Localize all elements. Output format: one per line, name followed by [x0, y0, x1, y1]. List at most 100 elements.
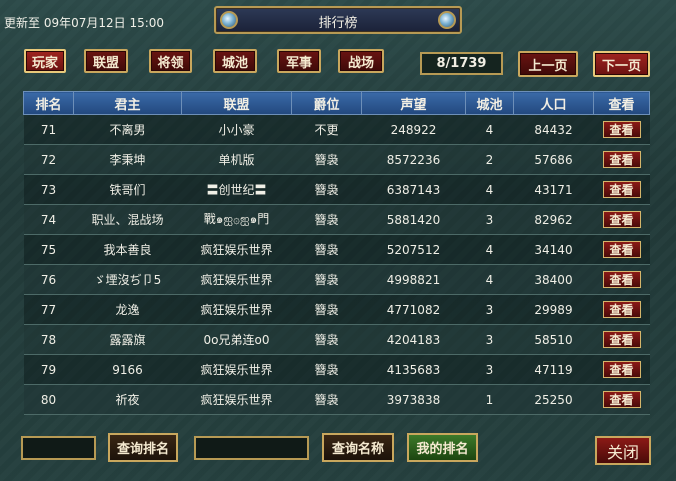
tab-generals[interactable]: 将领	[149, 49, 192, 73]
view-cell: 查看	[593, 324, 650, 355]
alliance-cell: 疯狂娱乐世界	[181, 384, 292, 415]
alliance-cell: 单机版	[181, 144, 292, 175]
population-cell: 38400	[513, 264, 594, 295]
lord-cell: ゞ堙沒ぢ卩5	[73, 264, 182, 295]
tab-players[interactable]: 玩家	[24, 49, 66, 73]
table-row: 74 职业、混战场 戰๑ஐ۞ஐ๑門 簪袅 5881420 3 82962 查看	[23, 204, 650, 235]
search-rank-button[interactable]: 查询排名	[108, 433, 178, 462]
table-row: 72 李秉坤 单机版 簪袅 8572236 2 57686 查看	[23, 144, 650, 175]
view-cell: 查看	[593, 204, 650, 235]
title-cell: 簪袅	[291, 324, 362, 355]
tab-military[interactable]: 军事	[277, 49, 321, 73]
view-button[interactable]: 查看	[602, 181, 641, 198]
rank-cell: 75	[23, 234, 74, 265]
rank-cell: 77	[23, 294, 74, 325]
close-button[interactable]: 关闭	[595, 436, 651, 465]
lord-cell: 9166	[73, 354, 182, 385]
alliance-cell: 疯狂娱乐世界	[181, 234, 292, 265]
cities-cell: 1	[465, 384, 514, 415]
lord-cell: 祈夜	[73, 384, 182, 415]
view-button[interactable]: 查看	[602, 241, 641, 258]
cities-cell: 3	[465, 204, 514, 235]
view-button[interactable]: 查看	[602, 151, 641, 168]
view-button[interactable]: 查看	[602, 391, 641, 408]
table-header-row: 排名 君主 联盟 爵位 声望 城池 人口 查看	[23, 91, 650, 115]
title-cell: 簪袅	[291, 144, 362, 175]
view-button[interactable]: 查看	[602, 331, 641, 348]
column-header-cities[interactable]: 城池	[465, 91, 514, 115]
cities-cell: 3	[465, 324, 514, 355]
alliance-cell: 小小豪	[181, 114, 292, 145]
population-cell: 58510	[513, 324, 594, 355]
cities-cell: 4	[465, 264, 514, 295]
table-row: 76 ゞ堙沒ぢ卩5 疯狂娱乐世界 簪袅 4998821 4 38400 查看	[23, 264, 650, 295]
tab-cities[interactable]: 城池	[213, 49, 257, 73]
prestige-cell: 4998821	[361, 264, 466, 295]
population-cell: 57686	[513, 144, 594, 175]
column-header-population[interactable]: 人口	[513, 91, 594, 115]
update-time-text: 更新至 09年07月12日 15:00	[4, 16, 165, 30]
table-row: 80 祈夜 疯狂娱乐世界 簪袅 3973838 1 25250 查看	[23, 384, 650, 415]
cities-cell: 3	[465, 294, 514, 325]
title-cell: 簪袅	[291, 174, 362, 205]
column-header-prestige[interactable]: 声望	[361, 91, 466, 115]
lord-cell: 我本善良	[73, 234, 182, 265]
title-cell: 簪袅	[291, 294, 362, 325]
ranking-table: 排名 君主 联盟 爵位 声望 城池 人口 查看 71 不离男 小小豪 不更 24…	[23, 91, 650, 415]
rank-cell: 72	[23, 144, 74, 175]
view-cell: 查看	[593, 294, 650, 325]
prestige-cell: 5207512	[361, 234, 466, 265]
prestige-cell: 5881420	[361, 204, 466, 235]
lord-cell: 龙逸	[73, 294, 182, 325]
title-cell: 不更	[291, 114, 362, 145]
view-button[interactable]: 查看	[602, 211, 641, 228]
alliance-cell: 〓创世纪〓	[181, 174, 292, 205]
rank-cell: 79	[23, 354, 74, 385]
prestige-cell: 4135683	[361, 354, 466, 385]
prestige-cell: 3973838	[361, 384, 466, 415]
population-cell: 43171	[513, 174, 594, 205]
title-cell: 簪袅	[291, 264, 362, 295]
view-button[interactable]: 查看	[602, 361, 641, 378]
window-title-bar: 排行榜	[214, 6, 462, 34]
title-cell: 簪袅	[291, 354, 362, 385]
view-cell: 查看	[593, 384, 650, 415]
tab-alliance[interactable]: 联盟	[84, 49, 128, 73]
alliance-cell: 疯狂娱乐世界	[181, 294, 292, 325]
prev-page-button[interactable]: 上一页	[518, 51, 578, 77]
name-search-input[interactable]	[194, 436, 309, 460]
column-header-title[interactable]: 爵位	[291, 91, 362, 115]
cities-cell: 2	[465, 144, 514, 175]
window-title: 排行榜	[318, 16, 358, 31]
population-cell: 82962	[513, 204, 594, 235]
cities-cell: 4	[465, 174, 514, 205]
lord-cell: 露露旗	[73, 324, 182, 355]
alliance-cell: 戰๑ஐ۞ஐ๑門	[181, 204, 292, 235]
rank-search-input[interactable]	[21, 436, 96, 460]
my-rank-button[interactable]: 我的排名	[407, 433, 478, 462]
lord-cell: 职业、混战场	[73, 204, 182, 235]
table-row: 77 龙逸 疯狂娱乐世界 簪袅 4771082 3 29989 查看	[23, 294, 650, 325]
lord-cell: 李秉坤	[73, 144, 182, 175]
column-header-rank[interactable]: 排名	[23, 91, 74, 115]
next-page-button[interactable]: 下一页	[593, 51, 650, 77]
prestige-cell: 4771082	[361, 294, 466, 325]
population-cell: 25250	[513, 384, 594, 415]
search-name-button[interactable]: 查询名称	[322, 433, 394, 462]
rank-cell: 76	[23, 264, 74, 295]
page-indicator: 8/1739	[420, 52, 503, 75]
table-row: 75 我本善良 疯狂娱乐世界 簪袅 5207512 4 34140 查看	[23, 234, 650, 265]
table-row: 73 铁哥们 〓创世纪〓 簪袅 6387143 4 43171 查看	[23, 174, 650, 205]
rank-cell: 80	[23, 384, 74, 415]
column-header-view: 查看	[593, 91, 650, 115]
rank-cell: 78	[23, 324, 74, 355]
tab-battlefield[interactable]: 战场	[338, 49, 384, 73]
population-cell: 84432	[513, 114, 594, 145]
view-cell: 查看	[593, 144, 650, 175]
column-header-lord[interactable]: 君主	[73, 91, 182, 115]
view-button[interactable]: 查看	[602, 121, 641, 138]
view-button[interactable]: 查看	[602, 271, 641, 288]
alliance-cell: 疯狂娱乐世界	[181, 354, 292, 385]
column-header-alliance[interactable]: 联盟	[181, 91, 292, 115]
view-button[interactable]: 查看	[602, 301, 641, 318]
